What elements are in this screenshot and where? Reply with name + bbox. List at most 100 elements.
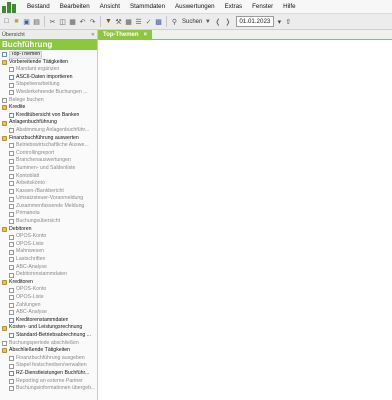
tree-item[interactable]: Summen- und Saldenliste: [0, 165, 97, 173]
chevron-down-icon[interactable]: ▼: [203, 17, 212, 27]
tree-item[interactable]: Zahlungen: [0, 302, 97, 310]
paste-icon[interactable]: ▦: [68, 17, 77, 27]
tree-item[interactable]: Reporting an externe Partner: [0, 378, 97, 386]
tree-folder[interactable]: Kredite: [0, 104, 97, 112]
new-icon[interactable]: □: [2, 17, 11, 27]
tree-folder[interactable]: Kosten- und Leistungsrechnung: [0, 324, 97, 332]
tree-item[interactable]: Kontoblatt: [0, 173, 97, 181]
menu-fenster[interactable]: Fenster: [247, 3, 278, 10]
menu-auswertungen[interactable]: Auswertungen: [170, 3, 220, 10]
save-icon[interactable]: ▣: [22, 17, 31, 27]
tree-item[interactable]: Debitorenstammdaten: [0, 271, 97, 279]
tree-item[interactable]: ABC-Analyse: [0, 309, 97, 317]
menu-stammdaten[interactable]: Stammdaten: [125, 3, 170, 10]
tree-item-label: Anlagenbuchführung: [9, 119, 57, 126]
tab-label: Top-Themen: [103, 32, 139, 38]
tree-item-label: Abstimmung Anlagenbuchführ...: [16, 126, 90, 133]
menu-bestand[interactable]: Bestand: [22, 3, 55, 10]
tree-item[interactable]: ABC-Analyse: [0, 264, 97, 272]
menu-hilfe[interactable]: Hilfe: [278, 3, 300, 10]
tree-item[interactable]: Kassen-/Bankbericht: [0, 188, 97, 196]
tree-item-label: Vorbereitende Tätigkeiten: [9, 58, 69, 65]
search-label[interactable]: Suchen: [182, 19, 202, 25]
search-icon[interactable]: ⚲: [170, 17, 179, 27]
tree-item[interactable]: Kreditübersicht von Banken: [0, 112, 97, 120]
pin-icon[interactable]: ✕: [91, 32, 97, 38]
tree-item[interactable]: RZ-Dienstleistungen Buchführ...: [0, 370, 97, 378]
tree-item[interactable]: Belege buchen: [0, 97, 97, 105]
tree-item[interactable]: Stapelverarbeitung: [0, 81, 97, 89]
next-icon[interactable]: ❭: [223, 17, 232, 27]
list-icon[interactable]: ☰: [134, 17, 143, 27]
tree-item[interactable]: Finanzbuchführung ausgeben: [0, 355, 97, 363]
print-icon[interactable]: ▤: [32, 17, 41, 27]
tree-item-label: Kreditübersicht von Banken: [16, 111, 80, 118]
tree-item-label: Kreditoren: [9, 278, 33, 285]
tree-item[interactable]: OPOS-Konto: [0, 233, 97, 241]
document-icon: [9, 219, 14, 225]
tree-folder[interactable]: Debitoren: [0, 226, 97, 234]
close-icon[interactable]: ×: [144, 32, 148, 38]
menu-extras[interactable]: Extras: [220, 3, 248, 10]
copy-icon[interactable]: ◫: [58, 17, 67, 27]
tree-item[interactable]: Buchungsinformationen übergeb...: [0, 385, 97, 393]
tree-folder[interactable]: Abschließende Tätigkeiten: [0, 347, 97, 355]
open-icon[interactable]: ■: [12, 17, 21, 27]
menu-ansicht[interactable]: Ansicht: [95, 3, 125, 10]
tree-item[interactable]: Zusammenfassende Meldung: [0, 203, 97, 211]
tree-item-label: Abschließende Tätigkeiten: [9, 347, 71, 354]
date-picker-chevron-icon[interactable]: ▾: [275, 16, 283, 27]
document-icon: [9, 90, 14, 96]
tree-item[interactable]: OPOS-Konto: [0, 286, 97, 294]
filter-icon[interactable]: ▼: [104, 17, 113, 27]
tree-item[interactable]: Wiederkehrende Buchungen ...: [0, 89, 97, 97]
tree-item-label: Controllingreport: [16, 149, 55, 156]
tree-item[interactable]: Top-Themen: [0, 51, 97, 59]
tools-icon[interactable]: ⚒: [114, 17, 123, 27]
tree-item[interactable]: Primanota: [0, 210, 97, 218]
tree-item[interactable]: Standard-Betriebsabrechnung ...: [0, 332, 97, 340]
tree-item[interactable]: Mahnwesen: [0, 248, 97, 256]
undo-icon[interactable]: ↶: [78, 17, 87, 27]
tree-folder[interactable]: Anlagenbuchführung: [0, 119, 97, 127]
tree-folder[interactable]: Kreditoren: [0, 279, 97, 287]
tree-item[interactable]: Arbeitskonto: [0, 180, 97, 188]
tree-item-label: Mahnwesen: [16, 248, 44, 255]
document-icon: [9, 333, 14, 339]
prev-icon[interactable]: ❬: [213, 17, 222, 27]
tree-item[interactable]: Lastschriften: [0, 256, 97, 264]
tree-item[interactable]: Abstimmung Anlagenbuchführ...: [0, 127, 97, 135]
tree-item[interactable]: Branchenauswertungen: [0, 157, 97, 165]
tree-item[interactable]: Buchungsübersicht: [0, 218, 97, 226]
tree-folder[interactable]: Finanzbuchführung auswerten: [0, 135, 97, 143]
tree-item[interactable]: Stapel festschreiben/verwalten: [0, 362, 97, 370]
document-icon: [9, 234, 14, 240]
tree-item[interactable]: OPOS-Liste: [0, 241, 97, 249]
tree-item[interactable]: Controllingreport: [0, 150, 97, 158]
tab-top-themen[interactable]: Top-Themen ×: [98, 30, 153, 40]
document-icon: [9, 82, 14, 88]
tree-item[interactable]: Mandant ergänzen: [0, 66, 97, 74]
chart-icon[interactable]: ▩: [154, 17, 163, 27]
folder-icon: [2, 135, 7, 141]
tree-item[interactable]: OPOS-Liste: [0, 294, 97, 302]
document-icon: [9, 143, 14, 149]
document-icon: [9, 356, 14, 362]
tree-item[interactable]: Betriebswirtschaftliche Auswe...: [0, 142, 97, 150]
tree-item[interactable]: Kreditorenstammdaten: [0, 317, 97, 325]
date-field[interactable]: 01.01.2023: [236, 16, 275, 27]
tree-folder[interactable]: Vorbereitende Tätigkeiten: [0, 59, 97, 67]
document-icon: [9, 181, 14, 187]
panel-caption: Übersicht ✕: [0, 30, 97, 39]
grid-icon[interactable]: ▦: [124, 17, 133, 27]
tree-item-label: Stapel festschreiben/verwalten: [16, 362, 87, 369]
check-icon[interactable]: ✓: [144, 17, 153, 27]
tree-item[interactable]: ASCII-Daten importieren: [0, 74, 97, 82]
up-icon[interactable]: ⇧: [284, 16, 292, 27]
redo-icon[interactable]: ↷: [88, 17, 97, 27]
menu-bearbeiten[interactable]: Bearbeiten: [55, 3, 95, 10]
cut-icon[interactable]: ✂: [48, 17, 57, 27]
tree-item[interactable]: Umsatzsteuer-Voranmeldung: [0, 195, 97, 203]
toolbar-divider: [100, 16, 101, 27]
tree-item[interactable]: Buchungsperiode abschließen: [0, 340, 97, 348]
